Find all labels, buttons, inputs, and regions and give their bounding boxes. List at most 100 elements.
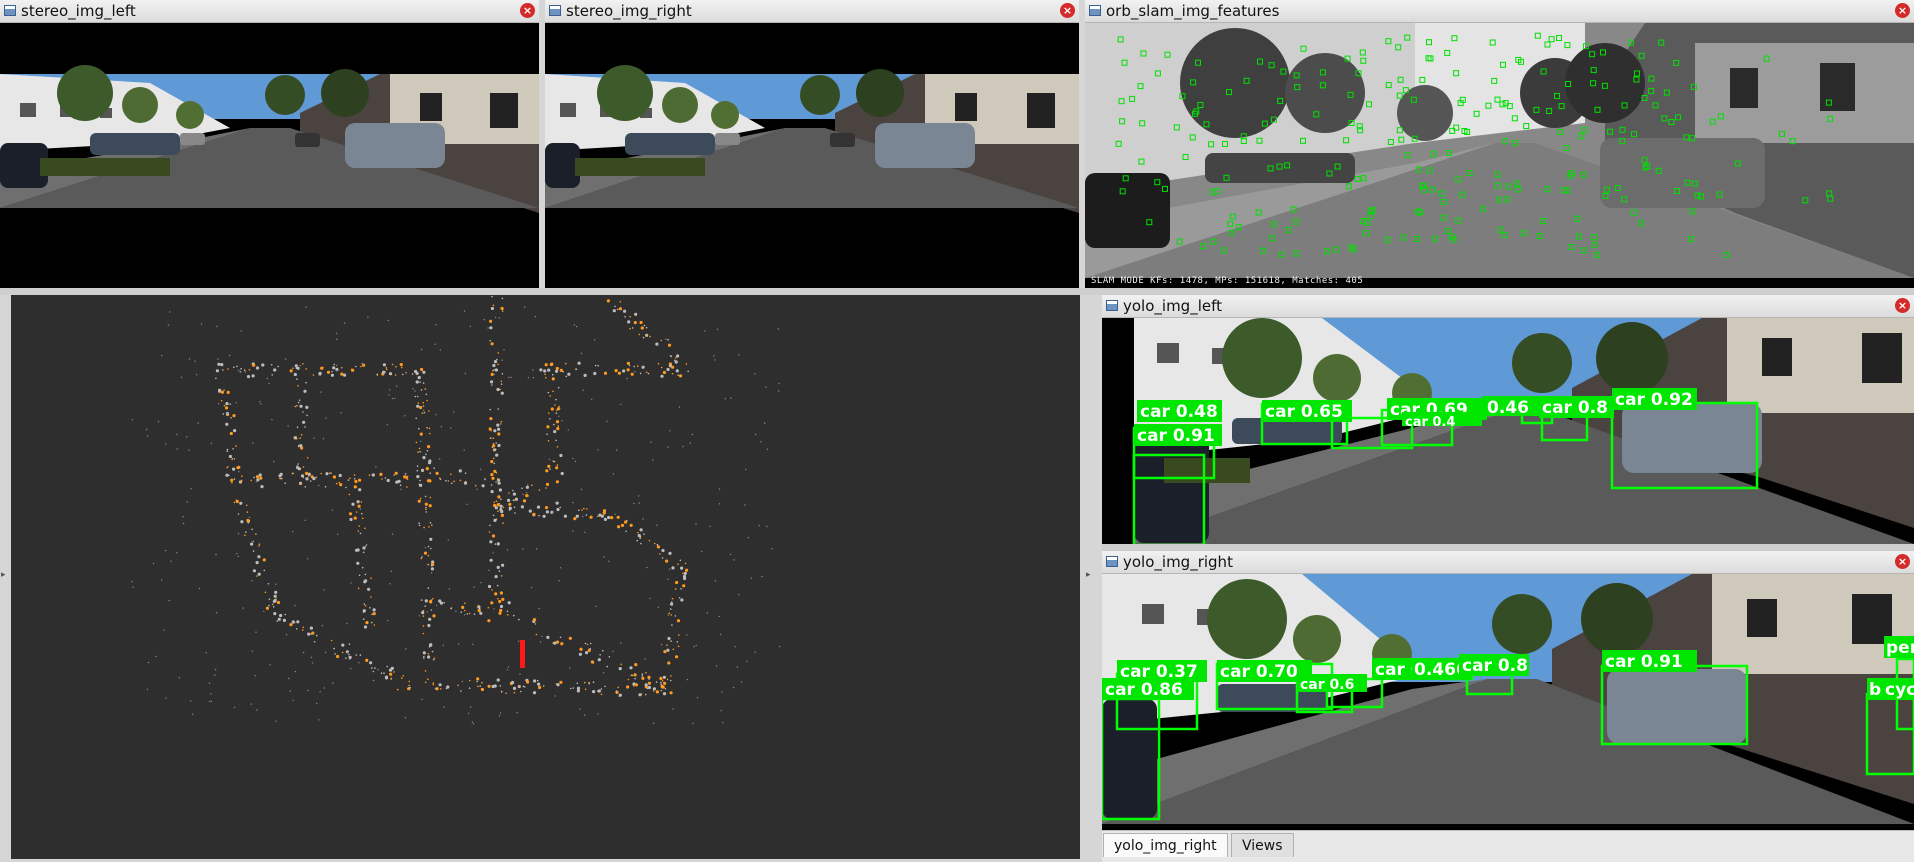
- map-point: [226, 450, 229, 453]
- map-point: [495, 442, 498, 444]
- map-point: [428, 410, 430, 412]
- map-point: [473, 586, 475, 588]
- close-icon[interactable]: ×: [1895, 554, 1910, 569]
- map-point: [501, 563, 505, 567]
- map-point: [678, 406, 681, 408]
- map-point: [418, 427, 420, 430]
- map-point: [615, 690, 618, 692]
- map-point: [558, 415, 560, 417]
- close-icon[interactable]: ×: [1895, 298, 1910, 313]
- map-point: [299, 444, 303, 448]
- map-point: [425, 508, 427, 511]
- map-point: [738, 593, 740, 596]
- map-point: [652, 459, 654, 461]
- expand-right-arrow-icon[interactable]: ▸: [1086, 570, 1091, 580]
- map-point: [542, 685, 545, 687]
- map-point: [331, 509, 334, 511]
- map-point: [584, 681, 586, 684]
- map-point: [160, 579, 163, 581]
- map-point: [496, 503, 500, 507]
- stereo-right-titlebar[interactable]: stereo_img_right ×: [545, 0, 1079, 23]
- map-point: [305, 368, 308, 370]
- map-point: [305, 381, 307, 384]
- tab-yolo-img-right[interactable]: yolo_img_right: [1103, 833, 1228, 857]
- map-point: [513, 506, 516, 509]
- map-point: [440, 426, 443, 428]
- map-point: [422, 405, 425, 407]
- map-point: [754, 373, 756, 375]
- map-point: [390, 570, 393, 572]
- map-point: [200, 323, 203, 325]
- map-point: [256, 478, 260, 482]
- map-viewer[interactable]: [11, 295, 1080, 859]
- map-point: [432, 682, 435, 684]
- map-point: [255, 631, 257, 633]
- map-point: [235, 499, 238, 501]
- map-point: [480, 687, 484, 692]
- map-point: [215, 553, 217, 556]
- map-point: [422, 382, 425, 384]
- map-point: [323, 687, 326, 689]
- map-point: [493, 608, 495, 610]
- map-point: [490, 372, 494, 376]
- map-point: [531, 484, 533, 486]
- map-point: [463, 609, 466, 612]
- map-point: [496, 358, 498, 361]
- window-title: stereo_img_right: [566, 2, 692, 20]
- map-point: [608, 656, 611, 658]
- map-point: [585, 514, 588, 516]
- map-point: [674, 588, 677, 590]
- map-point: [312, 374, 315, 376]
- close-icon[interactable]: ×: [520, 3, 535, 18]
- map-point: [494, 506, 498, 510]
- map-point: [357, 504, 361, 508]
- map-point: [644, 683, 648, 687]
- horizontal-splitter[interactable]: [0, 288, 1914, 295]
- map-point: [355, 486, 358, 488]
- map-point: [223, 389, 225, 391]
- stereo-left-titlebar[interactable]: stereo_img_left ×: [0, 0, 539, 23]
- map-point: [489, 326, 493, 330]
- map-point: [501, 359, 503, 361]
- map-point: [347, 479, 350, 481]
- map-point: [269, 664, 271, 666]
- map-point: [464, 602, 466, 604]
- map-point: [229, 403, 231, 405]
- map-point: [758, 524, 760, 527]
- expand-left-arrow-icon[interactable]: ▸: [1, 570, 6, 580]
- map-point: [209, 700, 211, 702]
- orb-features-titlebar[interactable]: orb_slam_img_features ×: [1085, 0, 1914, 23]
- map-point: [500, 575, 503, 577]
- map-point: [677, 374, 679, 377]
- close-icon[interactable]: ×: [1895, 3, 1910, 18]
- yolo-right-titlebar[interactable]: yolo_img_right ×: [1102, 551, 1914, 574]
- map-point: [391, 397, 394, 400]
- map-point: [468, 687, 471, 689]
- map-point: [497, 352, 500, 354]
- map-point: [421, 698, 423, 700]
- map-point: [555, 420, 560, 424]
- map-point: [556, 683, 560, 687]
- yolo-left-titlebar[interactable]: yolo_img_left ×: [1102, 295, 1914, 318]
- map-point: [325, 472, 329, 476]
- map-point: [575, 368, 578, 371]
- yolo-splitter[interactable]: [1102, 544, 1914, 551]
- map-point: [354, 479, 358, 484]
- map-point: [630, 372, 634, 376]
- window-title: yolo_img_left: [1123, 297, 1222, 315]
- map-point: [507, 666, 510, 668]
- map-point: [502, 506, 505, 509]
- map-point: [231, 457, 234, 460]
- window-title: orb_slam_img_features: [1106, 2, 1280, 20]
- map-point: [275, 583, 277, 585]
- detection-label: car 0.4: [1405, 415, 1455, 430]
- map-point: [618, 307, 623, 311]
- tab-views[interactable]: Views: [1231, 833, 1294, 857]
- map-point: [294, 622, 296, 624]
- map-point: [498, 599, 502, 604]
- map-point: [165, 697, 167, 699]
- map-point: [397, 479, 401, 483]
- map-point: [384, 676, 389, 680]
- map-point: [210, 700, 212, 703]
- close-icon[interactable]: ×: [1060, 3, 1075, 18]
